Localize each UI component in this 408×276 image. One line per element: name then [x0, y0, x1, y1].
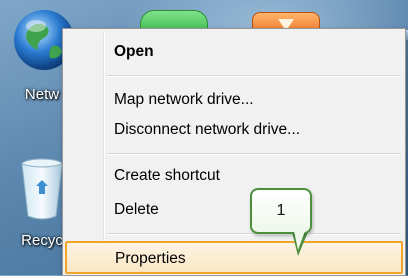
- menu-item-map-network-drive[interactable]: Map network drive...: [66, 85, 402, 115]
- menu-item-open[interactable]: Open: [66, 37, 402, 67]
- desktop: Netw Recyc Open Map network drive... Dis…: [0, 0, 408, 276]
- callout-tail-fill: [294, 231, 305, 250]
- context-menu: Open Map network drive... Disconnect net…: [62, 28, 406, 276]
- menu-separator: [107, 75, 401, 77]
- menu-separator: [107, 153, 401, 155]
- step-callout: 1: [250, 188, 312, 234]
- menu-item-properties[interactable]: Properties: [65, 241, 403, 274]
- menu-item-disconnect-network-drive[interactable]: Disconnect network drive...: [66, 115, 402, 145]
- menu-item-delete[interactable]: Delete: [66, 195, 402, 225]
- menu-gutter: [103, 33, 105, 271]
- menu-item-create-shortcut[interactable]: Create shortcut: [66, 161, 402, 191]
